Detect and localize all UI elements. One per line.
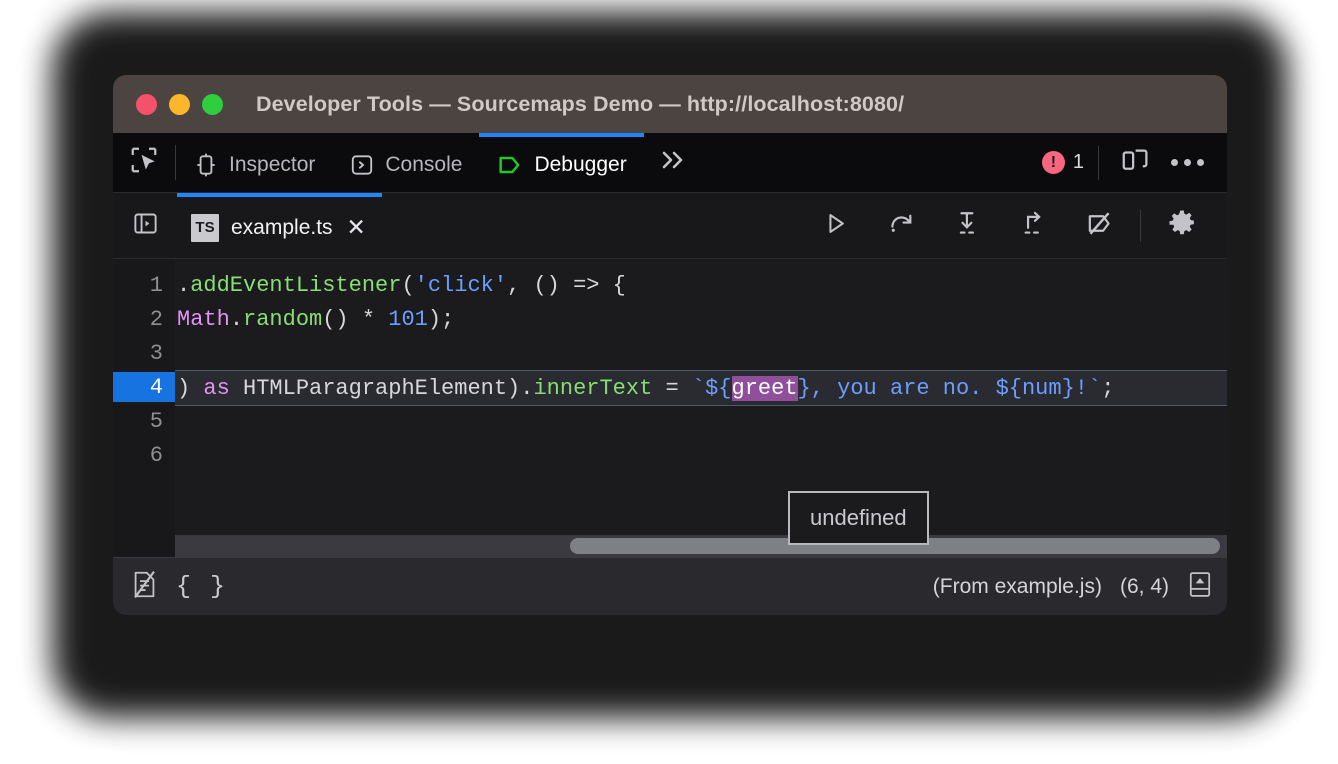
- toolbar-divider-right: [1098, 146, 1099, 180]
- line-number-3[interactable]: 3: [113, 336, 175, 370]
- code-token: `${: [692, 376, 732, 401]
- devtools-toolbar: Inspector Console: [113, 133, 1227, 193]
- error-icon: !: [1042, 151, 1065, 174]
- code-token: HTMLParagraphElement): [230, 376, 520, 401]
- code-token: .: [177, 273, 190, 298]
- tab-console[interactable]: Console: [332, 133, 479, 192]
- code-line-2: Math.random() * 101);: [175, 302, 1227, 336]
- code-token: .: [230, 307, 243, 332]
- source-tab-bar: TS example.ts ✕: [113, 193, 1227, 259]
- code-token: ;: [1101, 376, 1114, 401]
- gear-icon: [1167, 208, 1197, 243]
- code-line-1: .addEventListener('click', () => {: [175, 268, 1227, 302]
- toolbar-overflow-button[interactable]: [644, 133, 702, 192]
- resume-button[interactable]: [802, 202, 868, 250]
- play-triangle-icon: [822, 210, 849, 242]
- tab-debugger[interactable]: Debugger: [479, 133, 643, 192]
- step-over-arc-icon: [887, 209, 916, 243]
- toggle-sources-panel-button[interactable]: [113, 193, 177, 258]
- code-line-5: [175, 406, 1227, 440]
- variable-value-tooltip: undefined: [788, 491, 929, 545]
- line-number-gutter: 1 2 3 4 5 6: [113, 259, 175, 557]
- tab-debugger-label: Debugger: [534, 153, 626, 177]
- chevron-double-right-icon: [656, 146, 690, 179]
- error-count-label: 1: [1073, 151, 1084, 174]
- responsive-design-mode-icon: [1120, 145, 1150, 180]
- code-token: .: [520, 376, 533, 401]
- source-tab-example-ts[interactable]: TS example.ts ✕: [177, 193, 382, 258]
- element-picker-icon: [129, 145, 159, 180]
- line-number-5[interactable]: 5: [113, 404, 175, 438]
- tab-inspector[interactable]: Inspector: [176, 133, 332, 192]
- close-tab-icon[interactable]: ✕: [345, 216, 368, 239]
- code-content[interactable]: .addEventListener('click', () => { Math.…: [175, 259, 1227, 557]
- step-over-button[interactable]: [868, 202, 934, 250]
- toolbar-spacer: [702, 133, 1042, 192]
- maximize-window-button[interactable]: [202, 94, 223, 115]
- highlighted-variable-greet[interactable]: greet: [732, 376, 798, 401]
- element-picker-button[interactable]: [113, 133, 175, 192]
- more-options-button[interactable]: [1161, 143, 1213, 183]
- source-map-disabled-icon: [131, 570, 158, 604]
- code-token: () *: [322, 307, 388, 332]
- title-bar: Developer Tools — Sourcemaps Demo — http…: [113, 75, 1227, 133]
- debugger-controls: [802, 193, 1227, 258]
- source-tab-filename: example.ts: [231, 216, 333, 240]
- inspector-icon: [193, 152, 219, 178]
- console-icon: [349, 152, 375, 178]
- debug-controls-divider: [1140, 210, 1141, 242]
- code-token: innerText: [533, 376, 652, 401]
- code-token: addEventListener: [190, 273, 401, 298]
- toggle-split-console-button[interactable]: [1187, 570, 1213, 604]
- toggle-sources-panel-icon: [132, 210, 159, 242]
- screenshot-root: Developer Tools — Sourcemaps Demo — http…: [0, 0, 1338, 764]
- source-map-toggle-button[interactable]: [131, 570, 158, 604]
- tooltip-value: undefined: [810, 505, 907, 530]
- debugger-icon: [496, 151, 524, 179]
- tab-console-label: Console: [385, 153, 462, 177]
- settings-button[interactable]: [1149, 202, 1215, 250]
- code-token: random: [243, 307, 322, 332]
- step-in-button[interactable]: [934, 202, 1000, 250]
- editor-status-bar: { } (From example.js) (6, 4): [113, 557, 1227, 615]
- code-token: 'click': [415, 273, 507, 298]
- more-options-icon: [1171, 159, 1204, 166]
- code-token: 101: [388, 307, 428, 332]
- breakpoint-slash-icon: [1085, 209, 1114, 243]
- tab-inspector-label: Inspector: [229, 153, 315, 177]
- line-number-4-paused[interactable]: 4: [113, 370, 175, 404]
- code-token: , () => {: [507, 273, 626, 298]
- code-line-6: [175, 440, 1227, 474]
- step-out-button[interactable]: [1000, 202, 1066, 250]
- window-traffic-lights: [136, 94, 223, 115]
- close-window-button[interactable]: [136, 94, 157, 115]
- minimize-window-button[interactable]: [169, 94, 190, 115]
- error-count-badge[interactable]: ! 1: [1042, 151, 1084, 174]
- code-token: as: [203, 376, 229, 401]
- typescript-file-icon: TS: [191, 214, 219, 242]
- code-line-4-paused: ) as HTMLParagraphElement).innerText = `…: [175, 370, 1227, 406]
- deactivate-breakpoints-button[interactable]: [1066, 202, 1132, 250]
- code-token: Math: [177, 307, 230, 332]
- source-editor: 1 2 3 4 5 6 .addEventListener('click', (…: [113, 259, 1227, 557]
- toggle-split-console-icon: [1187, 570, 1213, 604]
- line-number-6[interactable]: 6: [113, 438, 175, 472]
- step-out-up-arrow-icon: [1019, 209, 1048, 243]
- source-origin-label: (From example.js): [933, 575, 1102, 599]
- code-token: }, you are no. ${num}!`: [798, 376, 1102, 401]
- horizontal-scrollbar-track[interactable]: [175, 535, 1227, 557]
- code-token: =: [652, 376, 692, 401]
- pretty-print-button[interactable]: { }: [176, 572, 227, 601]
- devtools-window: Developer Tools — Sourcemaps Demo — http…: [113, 75, 1227, 615]
- step-in-down-arrow-icon: [953, 209, 982, 243]
- line-number-2[interactable]: 2: [113, 302, 175, 336]
- code-token: (: [401, 273, 414, 298]
- code-token: ): [177, 376, 203, 401]
- code-line-3: [175, 336, 1227, 370]
- line-number-1[interactable]: 1: [113, 268, 175, 302]
- responsive-design-mode-button[interactable]: [1109, 143, 1161, 183]
- cursor-position-label: (6, 4): [1120, 575, 1169, 599]
- window-title: Developer Tools — Sourcemaps Demo — http…: [256, 92, 904, 117]
- code-token: );: [428, 307, 454, 332]
